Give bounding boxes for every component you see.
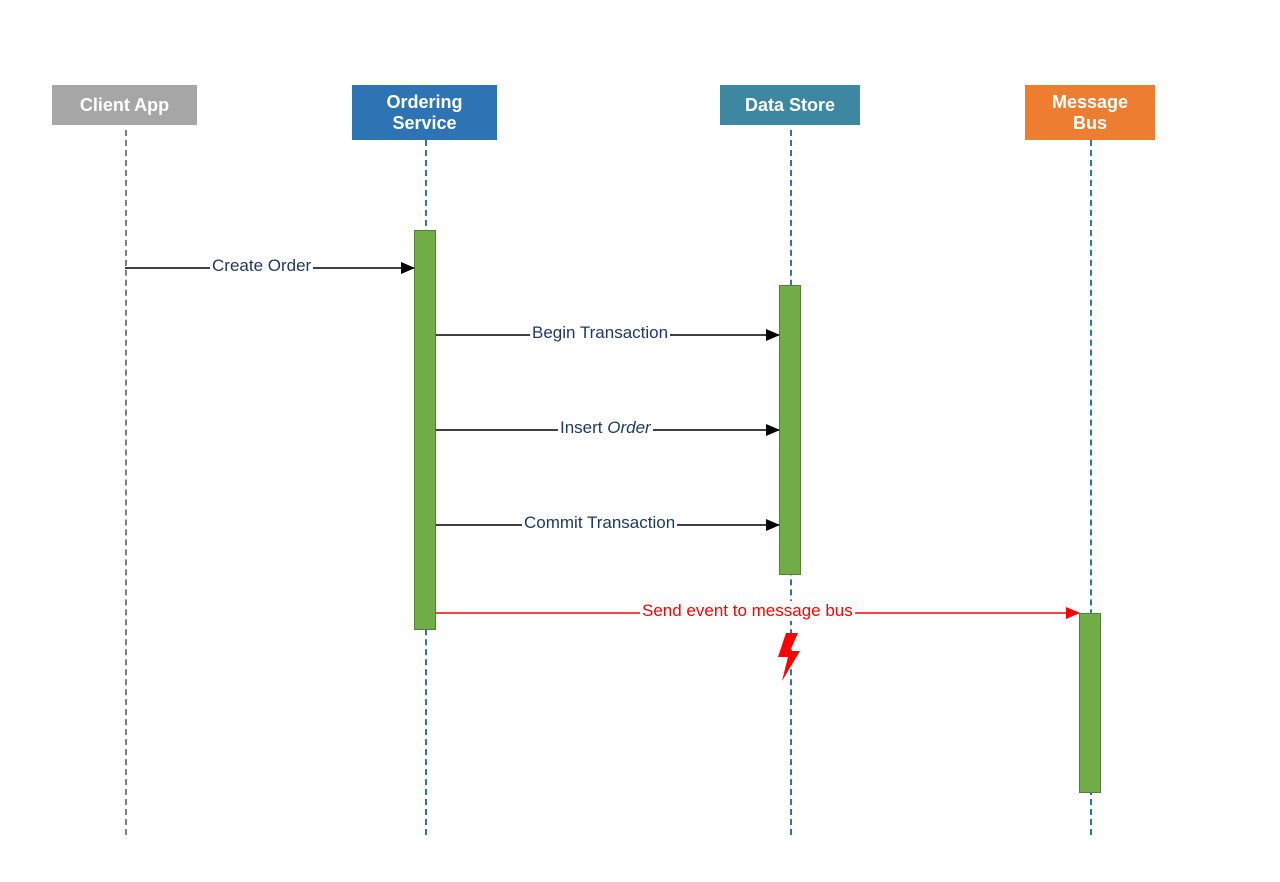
participant-client-label: Client App	[80, 95, 169, 116]
label-insert-order-em: Order	[607, 418, 650, 437]
activation-data-store	[779, 285, 801, 575]
label-insert-order-prefix: Insert	[560, 418, 607, 437]
label-commit-transaction: Commit Transaction	[522, 513, 677, 533]
participant-client: Client App	[52, 85, 197, 125]
participant-message-bus: Message Bus	[1025, 85, 1155, 140]
label-send-event: Send event to message bus	[640, 601, 855, 621]
activation-message-bus	[1079, 613, 1101, 793]
label-create-order: Create Order	[210, 256, 313, 276]
lifeline-client	[125, 130, 127, 835]
label-insert-order: Insert Order	[558, 418, 653, 438]
participant-store-label: Data Store	[745, 95, 835, 116]
participant-order-label: Ordering Service	[386, 92, 462, 133]
activation-ordering-service	[414, 230, 436, 630]
participant-bus-label: Message Bus	[1052, 92, 1128, 133]
participant-ordering-service: Ordering Service	[352, 85, 497, 140]
failure-icon	[778, 633, 800, 681]
label-begin-transaction: Begin Transaction	[530, 323, 670, 343]
participant-data-store: Data Store	[720, 85, 860, 125]
